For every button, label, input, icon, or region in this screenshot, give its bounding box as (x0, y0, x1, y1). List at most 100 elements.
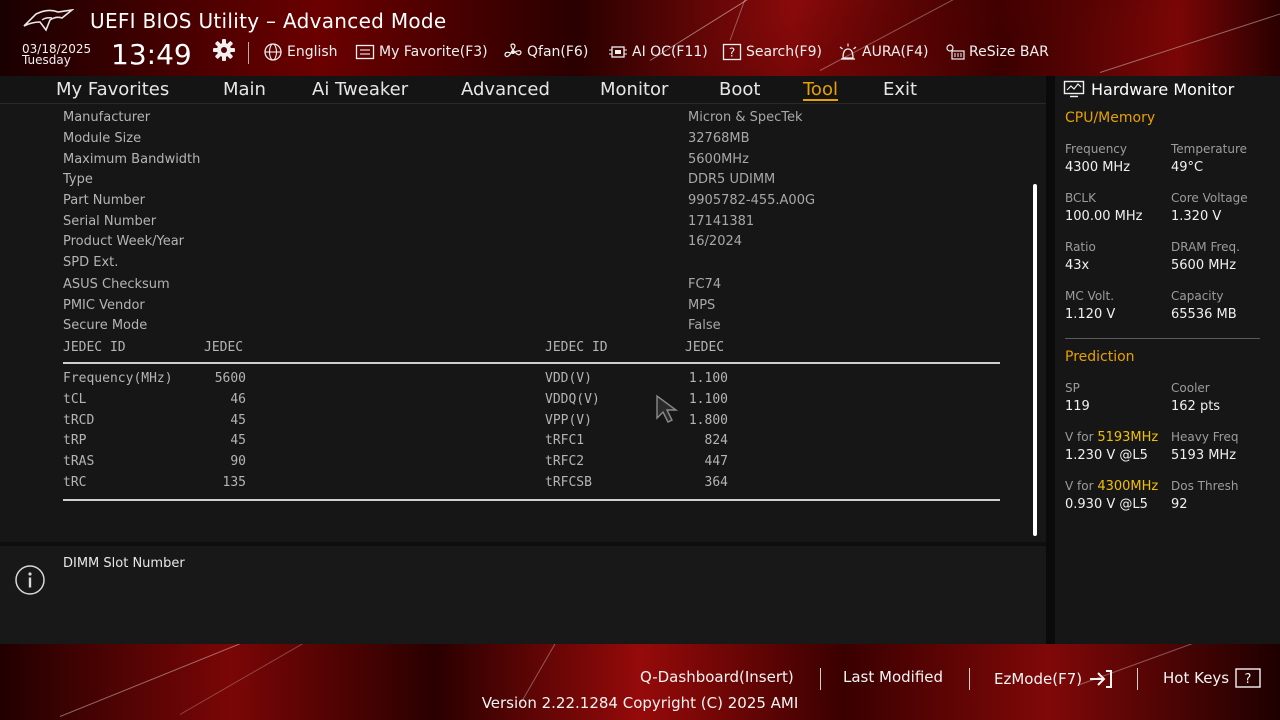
header-bar: UEFI BIOS Utility – Advanced Mode 03/18/… (0, 0, 1280, 76)
jedec-id-header-left: JEDEC ID (63, 340, 126, 355)
timing-value: 5600 (214, 371, 246, 386)
hw-key-heavy-freq: Heavy Freq (1171, 430, 1239, 444)
hw-key-mc-volt: MC Volt. (1065, 289, 1115, 303)
help-description: DIMM Slot Number (63, 556, 185, 571)
mouse-cursor-icon (656, 394, 679, 423)
aura-button[interactable]: AURA(F4) (838, 42, 928, 62)
timing-value: 45 (230, 433, 246, 448)
ezmode-button[interactable]: EzMode(F7) (994, 668, 1114, 690)
hot-keys-button[interactable]: Hot Keys ? (1163, 668, 1261, 688)
timing-value: 90 (230, 454, 246, 469)
gear-icon[interactable] (212, 38, 236, 62)
aura-label: AURA(F4) (862, 44, 929, 60)
timing-label: tRC (63, 475, 87, 490)
ezmode-label: EzMode(F7) (994, 670, 1083, 688)
version-copyright: Version 2.22.1284 Copyright (C) 2025 AMI (481, 694, 799, 712)
globe-icon (264, 43, 282, 61)
hw-key-frequency: Frequency (1065, 142, 1127, 156)
spd-value-product-week: 16/2024 (688, 234, 743, 249)
spd-value-pmic-vendor: MPS (688, 298, 716, 313)
search-label: Search(F9) (746, 44, 822, 60)
rog-logo-icon (23, 8, 74, 32)
hw-monitor-divider (1046, 76, 1055, 644)
tab-advanced[interactable]: Advanced (461, 76, 550, 104)
language-label: English (287, 44, 338, 60)
v-for-freq-highlight: 5193MHz (1097, 430, 1159, 445)
last-modified-label: Last Modified (843, 668, 944, 686)
search-button[interactable]: ? Search(F9) (722, 42, 822, 62)
timing-value: 364 (704, 475, 728, 490)
hw-monitor-title: Hardware Monitor (1091, 79, 1235, 99)
hw-val-cooler: 162 pts (1171, 399, 1221, 414)
my-favorite-label: My Favorite(F3) (379, 44, 488, 60)
spd-label-spd-ext: SPD Ext. (63, 255, 119, 270)
resize-bar-button[interactable]: ReSize BAR (945, 42, 1049, 62)
hw-key-ratio: Ratio (1065, 240, 1096, 254)
spd-value-type: DDR5 UDIMM (688, 172, 776, 187)
v-for-prefix: V for (1065, 430, 1098, 444)
hw-val-mc-volt: 1.120 V (1065, 307, 1116, 322)
hw-key-core-voltage: Core Voltage (1171, 191, 1248, 205)
jedec-divider-top (63, 362, 1000, 364)
v-for-freq-highlight: 4300MHz (1097, 479, 1159, 494)
timing-label: tRFCSB (545, 475, 592, 490)
clock-display[interactable]: 13:49 (111, 38, 192, 72)
question-icon: ? (1235, 668, 1261, 688)
spd-label-type: Type (63, 172, 93, 187)
hw-key-bclk: BCLK (1065, 191, 1096, 205)
hw-key-dram-freq: DRAM Freq. (1171, 240, 1240, 254)
hw-key-temperature: Temperature (1171, 142, 1248, 156)
header-separator (248, 42, 249, 64)
my-favorite-button[interactable]: My Favorite(F3) (355, 42, 488, 62)
hw-key-v-for-freq2: V for 4300MHz (1065, 479, 1158, 494)
timing-label: tCL (63, 392, 87, 407)
timing-value: 45 (230, 413, 246, 428)
fan-icon (504, 43, 522, 58)
spd-value-part-number: 9905782-455.A00G (688, 193, 816, 208)
prediction-section-title: Prediction (1065, 349, 1135, 365)
spd-label-max-bandwidth: Maximum Bandwidth (63, 152, 201, 167)
decor-streak (729, 0, 751, 41)
hw-val-bclk: 100.00 MHz (1065, 209, 1143, 224)
help-panel: DIMM Slot Number (0, 542, 1046, 644)
exit-arrow-icon (1090, 670, 1113, 688)
tab-boot[interactable]: Boot (719, 76, 760, 104)
spd-label-asus-checksum: ASUS Checksum (63, 277, 170, 292)
resize-bar-label: ReSize BAR (969, 44, 1049, 60)
v-for-prefix: V for (1065, 479, 1098, 493)
footer-separator (1137, 668, 1138, 690)
spd-value-serial-number: 17141381 (688, 214, 755, 229)
qfan-button[interactable]: Qfan(F6) (503, 42, 588, 62)
footer-bar: Q-Dashboard(Insert) Last Modified EzMode… (0, 644, 1280, 720)
spd-value-asus-checksum: FC74 (688, 277, 722, 292)
spd-label-module-size: Module Size (63, 131, 142, 146)
spd-label-serial-number: Serial Number (63, 214, 157, 229)
q-dashboard-button[interactable]: Q-Dashboard(Insert) (640, 668, 794, 686)
last-modified-button[interactable]: Last Modified (843, 668, 943, 686)
tab-tool[interactable]: Tool (803, 76, 838, 104)
hw-val-v-for-freq2: 0.930 V @L5 (1065, 497, 1148, 512)
tab-main[interactable]: Main (223, 76, 266, 104)
language-button[interactable]: English (263, 42, 338, 62)
tab-my-favorites[interactable]: My Favorites (56, 76, 169, 104)
tab-ai-tweaker[interactable]: Ai Tweaker (312, 76, 408, 104)
jedec-header-right: JEDEC (685, 340, 725, 355)
timing-label: tRP (63, 433, 87, 448)
tab-monitor[interactable]: Monitor (600, 76, 668, 104)
hw-val-dram-freq: 5600 MHz (1171, 258, 1237, 273)
main-tab-bar: My Favorites Main Ai Tweaker Advanced Mo… (0, 76, 1046, 104)
timing-label: tRAS (63, 454, 95, 469)
footer-separator (820, 668, 821, 690)
hw-key-capacity: Capacity (1171, 289, 1224, 303)
timing-value: 447 (704, 454, 728, 469)
spd-label-product-week: Product Week/Year (63, 234, 185, 249)
ai-oc-button[interactable]: AI OC(F11) (608, 42, 708, 62)
spd-value-secure-mode: False (688, 318, 721, 333)
timing-label: VPP(V) (545, 413, 592, 428)
hw-val-ratio: 43x (1065, 258, 1090, 273)
hw-val-dos-thresh: 92 (1171, 497, 1188, 512)
timing-label: VDDQ(V) (545, 392, 600, 407)
content-scrollbar[interactable] (1033, 184, 1037, 536)
hot-keys-label: Hot Keys (1163, 669, 1230, 687)
tab-exit[interactable]: Exit (883, 76, 917, 104)
